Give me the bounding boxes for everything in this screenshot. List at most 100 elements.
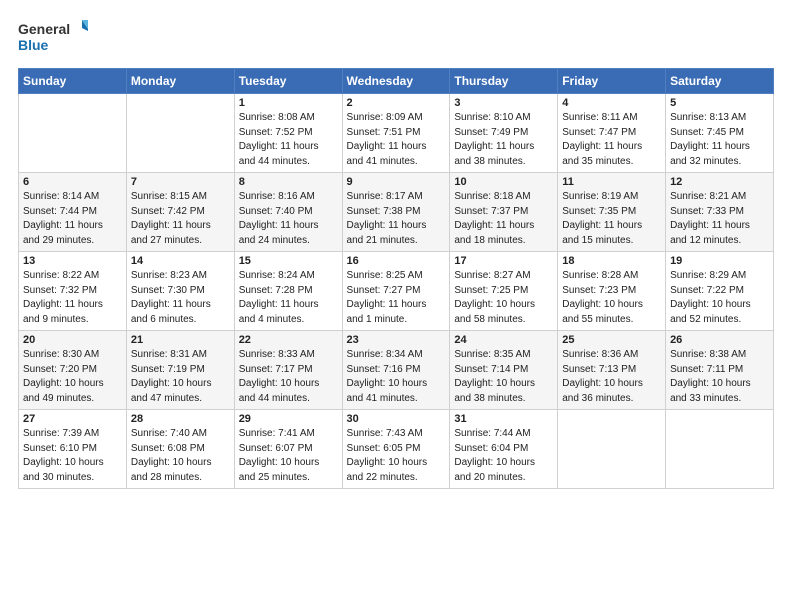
day-number: 22 (239, 334, 338, 346)
calendar-cell: 3Sunrise: 8:10 AMSunset: 7:49 PMDaylight… (450, 94, 558, 173)
calendar-cell: 28 Sunrise: 7:40 AMSunset: 6:08 PMDayligh… (126, 410, 234, 489)
cell-content: Sunrise: 8:14 AMSunset: 7:44 PMDaylight:… (23, 190, 122, 248)
calendar-cell: 26 Sunrise: 8:38 AMSunset: 7:11 PMDayligh… (666, 331, 774, 410)
calendar-cell: 2 Sunrise: 8:09 AMSunset: 7:51 PMDaylight… (342, 94, 450, 173)
calendar-cell: 27 Sunrise: 7:39 AMSunset: 6:10 PMDayligh… (19, 410, 127, 489)
day-number: 6 (23, 176, 122, 188)
calendar-cell: 19Sunrise: 8:29 AMSunset: 7:22 PMDayligh… (666, 252, 774, 331)
week-row-2: 6 Sunrise: 8:14 AMSunset: 7:44 PMDaylight… (19, 173, 774, 252)
calendar-cell: 12 Sunrise: 8:21 AMSunset: 7:33 PMDayligh… (666, 173, 774, 252)
calendar-cell: 24Sunrise: 8:35 AMSunset: 7:14 PMDayligh… (450, 331, 558, 410)
cell-content: Sunrise: 7:39 AMSunset: 6:10 PMDaylight:… (23, 427, 122, 485)
col-header-tuesday: Tuesday (234, 69, 342, 94)
cell-content: Sunrise: 8:21 AMSunset: 7:33 PMDaylight:… (670, 190, 769, 248)
calendar-cell: 8 Sunrise: 8:16 AMSunset: 7:40 PMDaylight… (234, 173, 342, 252)
day-number: 28 (131, 413, 230, 425)
day-number: 4 (562, 97, 661, 109)
day-number: 3 (454, 97, 553, 109)
day-number: 17 (454, 255, 553, 267)
cell-content: Sunrise: 8:38 AMSunset: 7:11 PMDaylight:… (670, 348, 769, 406)
day-number: 11 (562, 176, 661, 188)
col-header-wednesday: Wednesday (342, 69, 450, 94)
day-number: 9 (347, 176, 446, 188)
cell-content: Sunrise: 8:24 AMSunset: 7:28 PMDaylight:… (239, 269, 338, 327)
day-number: 5 (670, 97, 769, 109)
day-number: 2 (347, 97, 446, 109)
cell-content: Sunrise: 8:16 AMSunset: 7:40 PMDaylight:… (239, 190, 338, 248)
page: General Blue SundayMondayTuesdayWednesda… (0, 0, 792, 612)
day-number: 27 (23, 413, 122, 425)
calendar-cell: 11 Sunrise: 8:19 AMSunset: 7:35 PMDayligh… (558, 173, 666, 252)
col-header-saturday: Saturday (666, 69, 774, 94)
cell-content: Sunrise: 8:34 AMSunset: 7:16 PMDaylight:… (347, 348, 446, 406)
day-number: 16 (347, 255, 446, 267)
calendar-cell: 31Sunrise: 7:44 AMSunset: 6:04 PMDayligh… (450, 410, 558, 489)
cell-content: Sunrise: 8:18 AMSunset: 7:37 PMDaylight:… (454, 190, 553, 248)
svg-text:Blue: Blue (18, 37, 49, 53)
day-number: 1 (239, 97, 338, 109)
cell-content: Sunrise: 8:23 AMSunset: 7:30 PMDaylight:… (131, 269, 230, 327)
day-number: 30 (347, 413, 446, 425)
calendar-cell: 25 Sunrise: 8:36 AMSunset: 7:13 PMDayligh… (558, 331, 666, 410)
col-header-monday: Monday (126, 69, 234, 94)
calendar-cell (666, 410, 774, 489)
cell-content: Sunrise: 8:27 AMSunset: 7:25 PMDaylight:… (454, 269, 553, 327)
cell-content: Sunrise: 8:36 AMSunset: 7:13 PMDaylight:… (562, 348, 661, 406)
calendar-cell: 30 Sunrise: 7:43 AMSunset: 6:05 PMDayligh… (342, 410, 450, 489)
week-row-1: 1Sunrise: 8:08 AMSunset: 7:52 PMDaylight… (19, 94, 774, 173)
cell-content: Sunrise: 8:30 AMSunset: 7:20 PMDaylight:… (23, 348, 122, 406)
header-row: SundayMondayTuesdayWednesdayThursdayFrid… (19, 69, 774, 94)
day-number: 20 (23, 334, 122, 346)
calendar-cell: 9Sunrise: 8:17 AMSunset: 7:38 PMDaylight… (342, 173, 450, 252)
calendar-cell: 7 Sunrise: 8:15 AMSunset: 7:42 PMDaylight… (126, 173, 234, 252)
week-row-4: 20 Sunrise: 8:30 AMSunset: 7:20 PMDayligh… (19, 331, 774, 410)
calendar-table: SundayMondayTuesdayWednesdayThursdayFrid… (18, 68, 774, 489)
calendar-cell: 4 Sunrise: 8:11 AMSunset: 7:47 PMDaylight… (558, 94, 666, 173)
calendar-cell: 21Sunrise: 8:31 AMSunset: 7:19 PMDayligh… (126, 331, 234, 410)
calendar-cell: 17 Sunrise: 8:27 AMSunset: 7:25 PMDayligh… (450, 252, 558, 331)
cell-content: Sunrise: 7:40 AMSunset: 6:08 PMDaylight:… (131, 427, 230, 485)
calendar-cell: 10 Sunrise: 8:18 AMSunset: 7:37 PMDayligh… (450, 173, 558, 252)
day-number: 29 (239, 413, 338, 425)
day-number: 14 (131, 255, 230, 267)
calendar-cell: 23 Sunrise: 8:34 AMSunset: 7:16 PMDayligh… (342, 331, 450, 410)
calendar-cell: 22 Sunrise: 8:33 AMSunset: 7:17 PMDayligh… (234, 331, 342, 410)
day-number: 21 (131, 334, 230, 346)
calendar-cell: 1Sunrise: 8:08 AMSunset: 7:52 PMDaylight… (234, 94, 342, 173)
cell-content: Sunrise: 8:22 AMSunset: 7:32 PMDaylight:… (23, 269, 122, 327)
cell-content: Sunrise: 8:33 AMSunset: 7:17 PMDaylight:… (239, 348, 338, 406)
cell-content: Sunrise: 8:11 AMSunset: 7:47 PMDaylight:… (562, 111, 661, 169)
calendar-cell: 5Sunrise: 8:13 AMSunset: 7:45 PMDaylight… (666, 94, 774, 173)
day-number: 31 (454, 413, 553, 425)
logo-svg: General Blue (18, 18, 88, 58)
week-row-5: 27 Sunrise: 7:39 AMSunset: 6:10 PMDayligh… (19, 410, 774, 489)
calendar-cell: 14 Sunrise: 8:23 AMSunset: 7:30 PMDayligh… (126, 252, 234, 331)
day-number: 18 (562, 255, 661, 267)
day-number: 19 (670, 255, 769, 267)
calendar-cell: 6 Sunrise: 8:14 AMSunset: 7:44 PMDaylight… (19, 173, 127, 252)
logo: General Blue (18, 18, 88, 58)
calendar-cell: 15 Sunrise: 8:24 AMSunset: 7:28 PMDayligh… (234, 252, 342, 331)
cell-content: Sunrise: 8:35 AMSunset: 7:14 PMDaylight:… (454, 348, 553, 406)
cell-content: Sunrise: 7:41 AMSunset: 6:07 PMDaylight:… (239, 427, 338, 485)
day-number: 25 (562, 334, 661, 346)
cell-content: Sunrise: 8:15 AMSunset: 7:42 PMDaylight:… (131, 190, 230, 248)
day-number: 12 (670, 176, 769, 188)
calendar-cell (19, 94, 127, 173)
cell-content: Sunrise: 7:43 AMSunset: 6:05 PMDaylight:… (347, 427, 446, 485)
day-number: 15 (239, 255, 338, 267)
calendar-cell: 13 Sunrise: 8:22 AMSunset: 7:32 PMDayligh… (19, 252, 127, 331)
cell-content: Sunrise: 8:09 AMSunset: 7:51 PMDaylight:… (347, 111, 446, 169)
day-number: 23 (347, 334, 446, 346)
calendar-cell: 16Sunrise: 8:25 AMSunset: 7:27 PMDayligh… (342, 252, 450, 331)
day-number: 10 (454, 176, 553, 188)
calendar-cell (126, 94, 234, 173)
calendar-cell: 20 Sunrise: 8:30 AMSunset: 7:20 PMDayligh… (19, 331, 127, 410)
svg-text:General: General (18, 21, 70, 37)
calendar-cell (558, 410, 666, 489)
cell-content: Sunrise: 8:19 AMSunset: 7:35 PMDaylight:… (562, 190, 661, 248)
day-number: 7 (131, 176, 230, 188)
day-number: 26 (670, 334, 769, 346)
day-number: 13 (23, 255, 122, 267)
day-number: 8 (239, 176, 338, 188)
